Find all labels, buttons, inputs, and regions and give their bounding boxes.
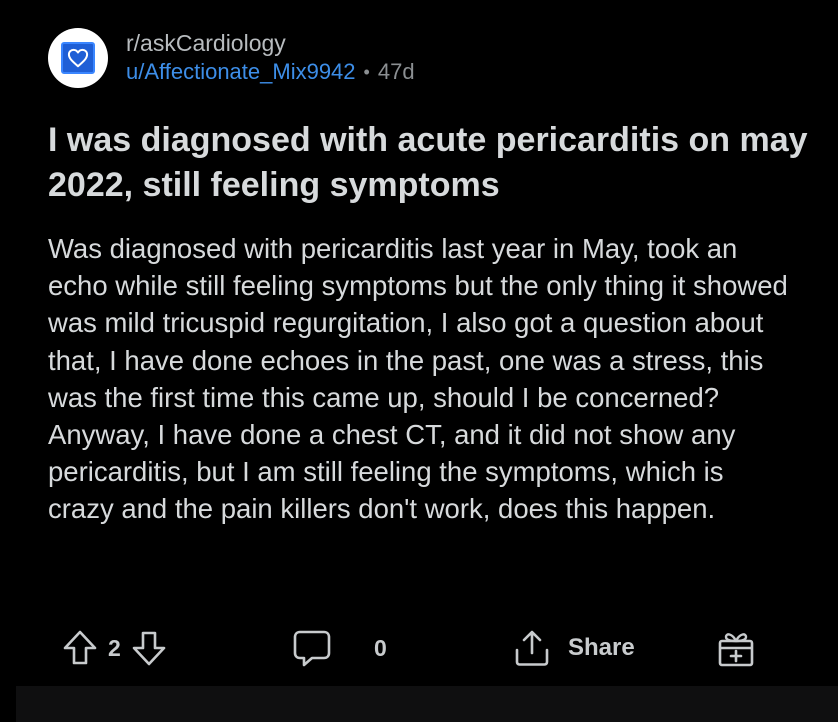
vote-group: 2 — [60, 626, 169, 670]
comment-count: 0 — [374, 634, 387, 661]
post-title[interactable]: I was diagnosed with acute pericarditis … — [48, 118, 808, 208]
post-card: r/askCardiology u/Affectionate_Mix9942 •… — [0, 0, 838, 722]
share-icon — [515, 630, 549, 666]
share-label: Share — [568, 634, 635, 661]
arrow-down-icon[interactable] — [129, 628, 169, 668]
meta-separator: • — [363, 62, 370, 82]
post-body: Was diagnosed with pericarditis last yea… — [48, 233, 788, 525]
post-header: r/askCardiology u/Affectionate_Mix9942 •… — [48, 28, 415, 88]
share-button[interactable]: Share — [512, 626, 635, 670]
post-age: 47d — [377, 59, 415, 84]
action-bar: 2 0 Share — [60, 626, 780, 670]
post-meta: r/askCardiology u/Affectionate_Mix9942 •… — [126, 29, 415, 87]
avatar-badge — [61, 42, 95, 74]
gift-award-icon — [718, 633, 754, 667]
subreddit-avatar[interactable] — [48, 28, 108, 88]
award-button[interactable] — [716, 626, 756, 670]
comment-button[interactable]: 0 — [292, 626, 387, 670]
comment-bubble-icon — [293, 630, 331, 667]
author-username[interactable]: u/Affectionate_Mix9942 — [126, 57, 356, 87]
heart-icon — [67, 48, 89, 68]
vote-count: 2 — [108, 634, 121, 661]
subreddit-name[interactable]: r/askCardiology — [126, 29, 415, 57]
comment-composer-bar[interactable] — [16, 686, 838, 722]
author-line: u/Affectionate_Mix9942 • 47d — [126, 57, 415, 87]
arrow-up-icon[interactable] — [60, 628, 100, 668]
